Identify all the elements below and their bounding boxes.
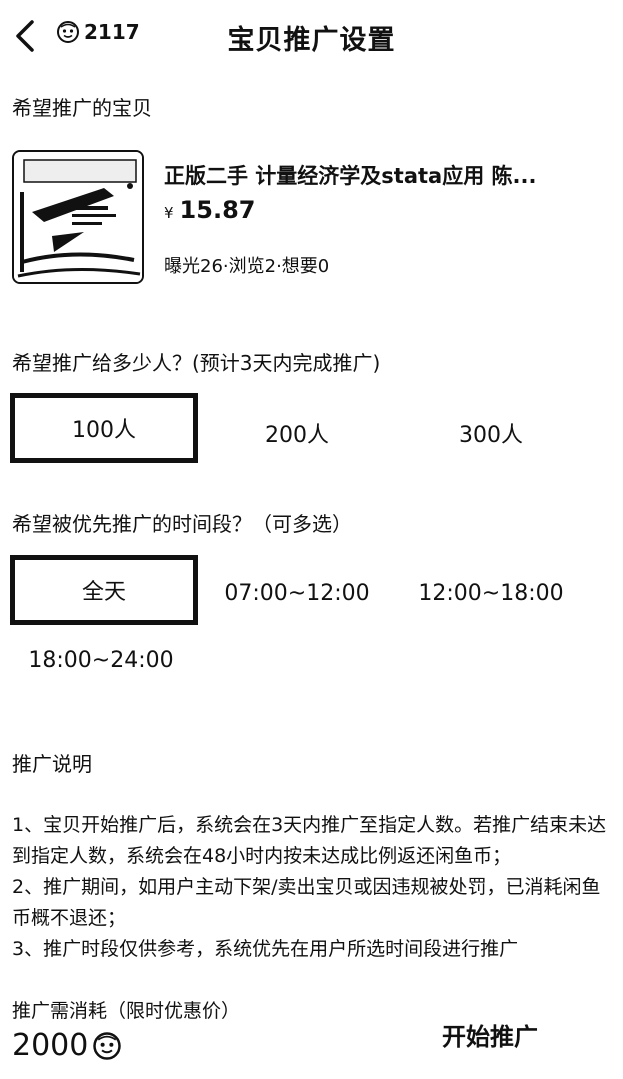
notes-item: 2、推广期间，如用户主动下架/卖出宝贝或因违规被处罚，已消耗闲鱼币概不退还； [12,876,601,929]
notes-list: 1、宝贝开始推广后，系统会在3天内推广至指定人数。若推广结束未达到指定人数，系统… [12,810,612,982]
currency-symbol: ¥ [164,204,174,222]
time-option-morning[interactable]: 07:00~12:00 [202,558,392,628]
time-section-label: 希望被优先推广的时间段？（可多选） [12,512,352,536]
audience-option-label: 300人 [459,423,523,448]
notes-title: 推广说明 [12,752,92,776]
cost-label: 推广需消耗（限时优惠价） [12,1000,241,1022]
notes-item: 3、推广时段仅供参考，系统优先在用户所选时间段进行推广 [12,938,519,960]
audience-section-label: 希望推广给多少人？(预计3天内完成推广) [12,351,381,375]
item-name[interactable]: 正版二手 计量经济学及stata应用 陈... [164,160,536,190]
cost-value: 2000 [12,1028,122,1063]
time-option-afternoon[interactable]: 12:00~18:00 [396,558,586,628]
item-section-label: 希望推广的宝贝 [12,96,152,120]
footer-bar: 推广需消耗（限时优惠价） 2000 开始推广 [0,978,623,1079]
time-option-evening[interactable]: 18:00~24:00 [6,625,196,695]
page-title: 宝贝推广设置 [227,25,396,56]
price-value: 15.87 [179,196,256,224]
fish-coin-icon [93,1031,122,1060]
time-option-all-day[interactable]: 全天 [10,555,198,625]
header: 2117 宝贝推广设置 [0,0,623,72]
audience-option-200[interactable]: 200人 [202,398,392,468]
item-thumbnail[interactable] [12,150,144,284]
time-option-label: 12:00~18:00 [418,580,564,606]
start-promotion-button[interactable]: 开始推广 [420,1014,560,1054]
time-option-label: 全天 [81,580,126,605]
audience-option-label: 100人 [72,418,136,443]
time-option-label: 18:00~24:00 [28,647,174,673]
audience-option-100[interactable]: 100人 [10,393,198,463]
audience-option-300[interactable]: 300人 [396,398,586,468]
book-cover-image [14,152,142,282]
item-stats: 曝光26·浏览2·想要0 [164,256,330,277]
item-price: ¥15.87 [164,196,255,224]
notes-item: 1、宝贝开始推广后，系统会在3天内推广至指定人数。若推广结束未达到指定人数，系统… [12,814,607,867]
audience-option-label: 200人 [265,423,329,448]
time-option-label: 07:00~12:00 [224,580,370,606]
cost-number: 2000 [12,1028,89,1063]
